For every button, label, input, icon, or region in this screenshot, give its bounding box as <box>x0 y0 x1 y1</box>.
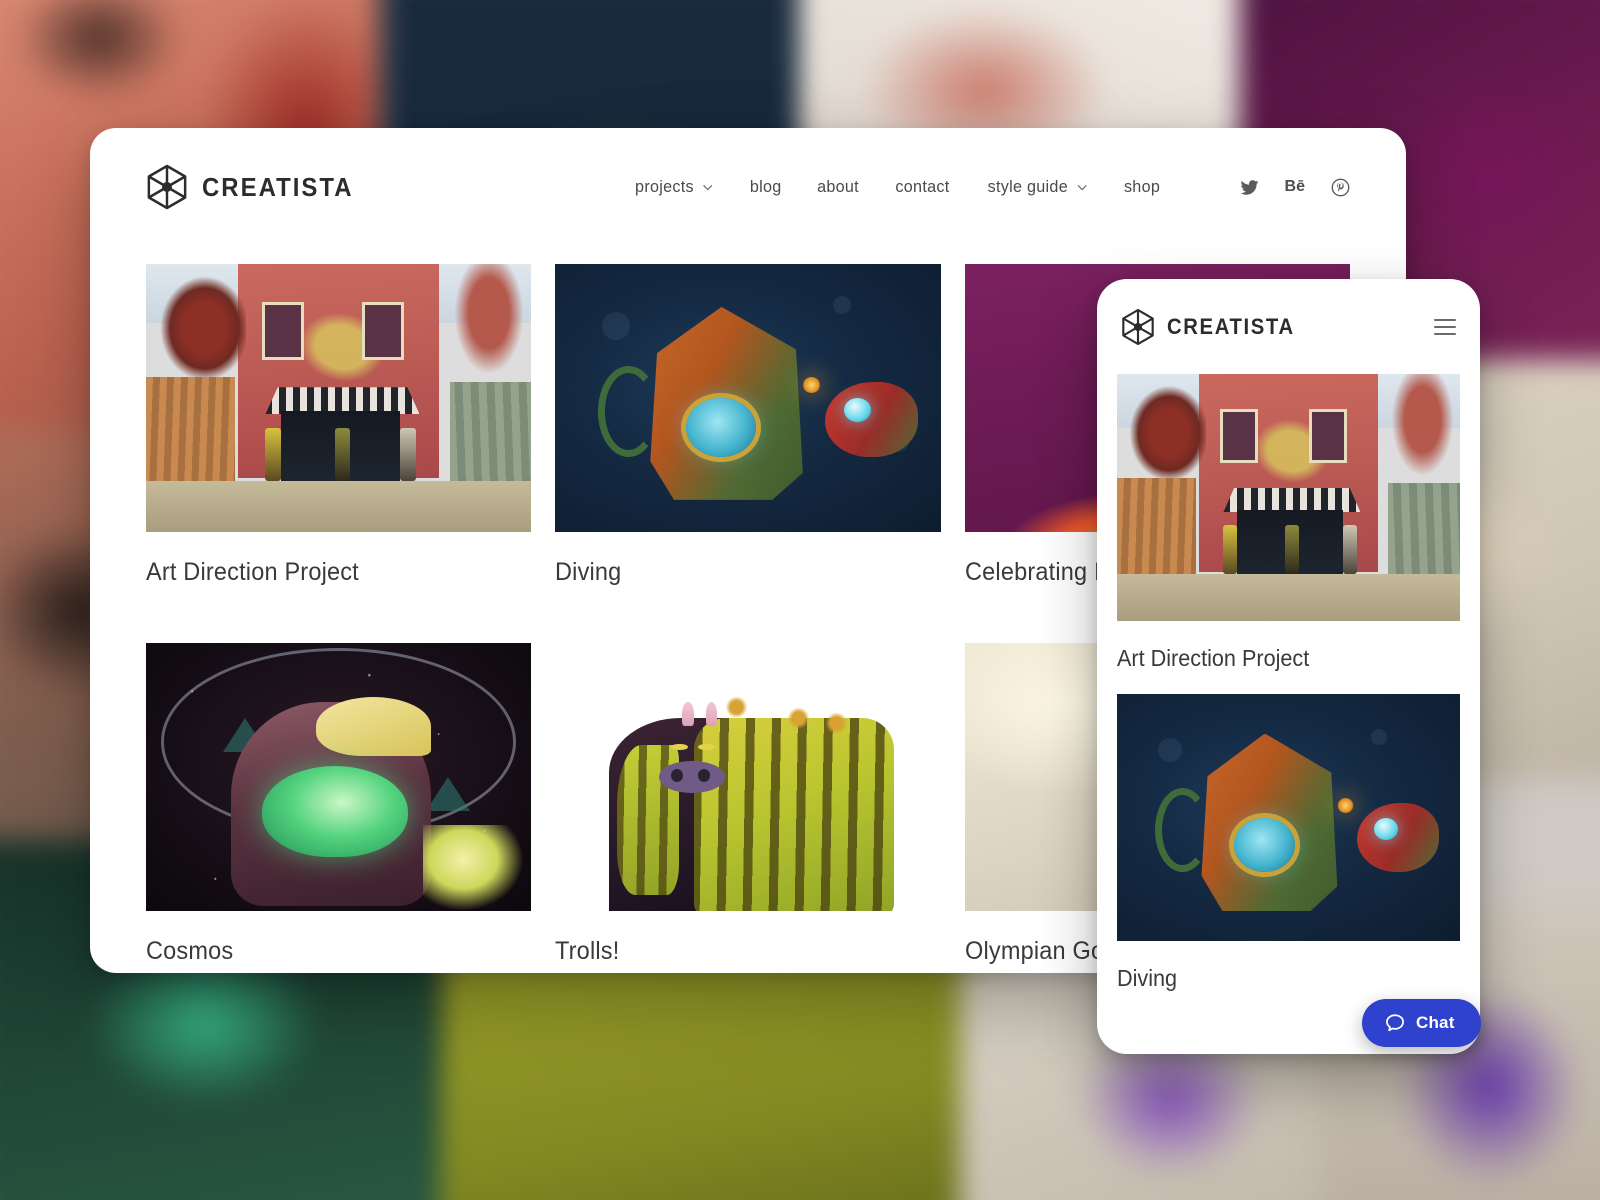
desktop-navbar: CREATISTA projects blog about contact st… <box>90 128 1406 246</box>
street-scene-thumbnail[interactable] <box>1117 374 1460 621</box>
brand-name: CREATISTA <box>202 171 354 202</box>
nav-label: contact <box>895 177 950 196</box>
nav-label: blog <box>749 177 782 196</box>
nav-item-shop[interactable]: shop <box>1124 177 1160 197</box>
desktop-nav-links: projects blog about contact style guide <box>633 177 1350 197</box>
troll-creature-thumbnail[interactable] <box>555 643 941 911</box>
project-card[interactable]: Trolls! <box>555 643 941 966</box>
nav-item-blog[interactable]: blog <box>749 177 781 197</box>
project-card[interactable]: Art Direction Project <box>146 264 532 587</box>
mobile-project-card[interactable]: Art Direction Project <box>1117 374 1460 672</box>
mobile-project-title: Art Direction Project <box>1117 645 1310 671</box>
hexagon-cube-logo-icon <box>147 164 187 210</box>
nav-label: style guide <box>987 177 1068 196</box>
pinterest-icon[interactable] <box>1331 178 1350 197</box>
mobile-project-list: Art Direction Project Diving <box>1097 374 1480 992</box>
mobile-brand-logo[interactable]: CREATISTA <box>1121 308 1306 346</box>
nav-item-projects[interactable]: projects <box>635 177 713 197</box>
nav-item-contact[interactable]: contact <box>895 177 949 197</box>
mobile-website-mockup: CREATISTA Art Direction Project Diving <box>1097 279 1480 1054</box>
mobile-brand-name: CREATISTA <box>1167 313 1295 339</box>
backdrop-tile <box>440 940 1000 1200</box>
chat-widget-button[interactable]: Chat <box>1362 999 1481 1047</box>
mobile-project-card[interactable]: Diving <box>1117 694 1460 992</box>
mobile-navbar: CREATISTA <box>1097 279 1480 374</box>
diver-helmet-thumbnail[interactable] <box>555 264 941 532</box>
diver-helmet-thumbnail[interactable] <box>1117 694 1460 941</box>
project-title: Diving <box>555 558 622 586</box>
street-scene-thumbnail[interactable] <box>146 264 532 532</box>
hexagon-cube-logo-icon <box>1122 308 1154 345</box>
project-title: Art Direction Project <box>146 558 359 586</box>
brand-logo[interactable]: CREATISTA <box>146 164 367 210</box>
nav-label: about <box>817 177 859 196</box>
chat-widget-label: Chat <box>1416 1013 1455 1032</box>
hamburger-menu-icon[interactable] <box>1434 318 1456 335</box>
nav-item-about[interactable]: about <box>817 177 859 197</box>
nav-label: projects <box>634 177 694 196</box>
chevron-down-icon <box>1077 184 1087 191</box>
space-astronaut-thumbnail[interactable] <box>146 643 532 911</box>
twitter-icon[interactable] <box>1240 178 1259 197</box>
project-card[interactable]: Cosmos <box>146 643 532 966</box>
project-card[interactable]: Diving <box>555 264 941 587</box>
project-title: Trolls! <box>555 937 620 965</box>
chevron-down-icon <box>702 184 712 191</box>
nav-item-style-guide[interactable]: style guide <box>988 177 1087 197</box>
project-title: Cosmos <box>146 937 234 965</box>
social-links: Bē <box>1240 178 1350 197</box>
mobile-project-title: Diving <box>1117 965 1178 991</box>
speech-bubble-icon <box>1386 1014 1404 1032</box>
nav-label: shop <box>1124 177 1161 196</box>
behance-icon[interactable]: Bē <box>1285 179 1305 195</box>
